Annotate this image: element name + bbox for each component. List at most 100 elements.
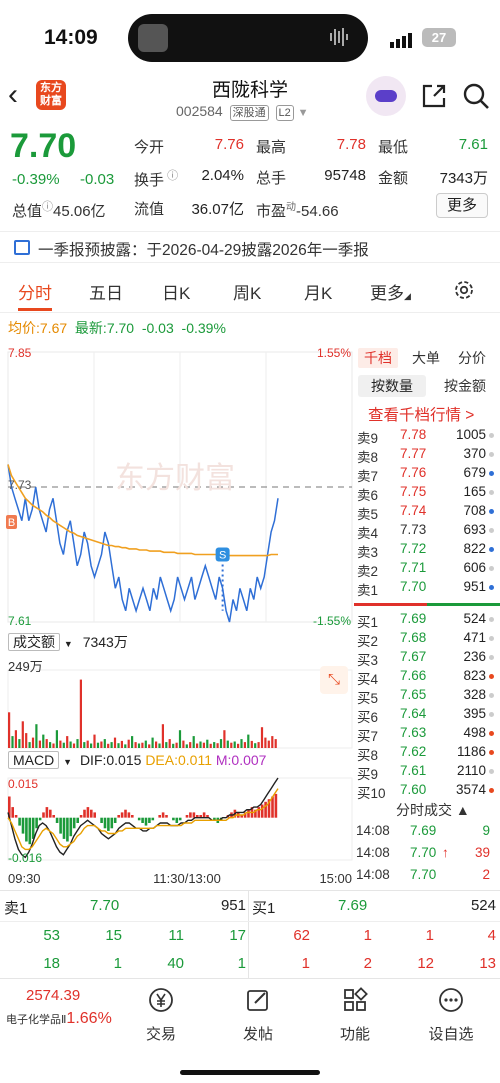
bid-row[interactable]: 买7 7.63 498: [354, 725, 496, 744]
tab-five-day[interactable]: 五日: [89, 279, 123, 304]
tab-more[interactable]: 更多◢: [370, 279, 411, 304]
macd-bar: [192, 812, 196, 818]
tick-price: 7.70: [410, 867, 437, 882]
volume-bar: [254, 743, 257, 748]
level-volume: 471: [463, 630, 486, 645]
search-icon[interactable]: [462, 82, 490, 110]
ask-row[interactable]: 卖2 7.71 606: [354, 560, 496, 579]
tab-daily-k[interactable]: 日K: [162, 279, 190, 304]
ask-row[interactable]: 卖4 7.73 693: [354, 522, 496, 541]
macd-bar: [93, 812, 96, 818]
depth-bid-volume: 524: [470, 897, 496, 914]
macd-m: M:0.007: [215, 752, 267, 768]
buy-marker-label: B: [8, 517, 15, 529]
intraday-chart[interactable]: 东方财富 B S 7.85 7.73 7.61 1.55% -1.55% 0.015 -0.…: [0, 340, 354, 890]
ask-row[interactable]: 卖7 7.76 679: [354, 465, 496, 484]
level-dot: [489, 547, 494, 552]
tab-weekly-k[interactable]: 周K: [233, 279, 261, 304]
level-dot: [489, 433, 494, 438]
level-label: 买9: [357, 767, 379, 782]
stock-code-line[interactable]: 002584 深股通 L2 ▼: [176, 103, 309, 121]
macd-bar: [257, 807, 261, 818]
open-value: 7.76: [214, 136, 244, 153]
more-button[interactable]: 更多: [436, 193, 488, 218]
bid-row[interactable]: 买4 7.66 823: [354, 668, 496, 687]
tab-intraday[interactable]: 分时: [18, 279, 52, 304]
expand-icon[interactable]: ⤡: [320, 666, 348, 694]
info-icon[interactable]: ⓘ: [42, 201, 53, 213]
depth-ask-price: 7.70: [90, 897, 120, 914]
ask-row[interactable]: 卖3 7.72 822: [354, 541, 496, 560]
volume-bar: [168, 739, 171, 748]
ask-row[interactable]: 卖1 7.70 951: [354, 579, 496, 598]
ask-row[interactable]: 卖5 7.74 708: [354, 503, 496, 522]
volume-bar: [165, 742, 168, 748]
sector-index[interactable]: 2574.39 电子化学品Ⅱ1.66%: [6, 987, 126, 1028]
watermark: 东方财富: [115, 462, 235, 495]
trade-button[interactable]: 交易: [126, 987, 196, 1044]
volume-bar: [113, 737, 117, 748]
ask-row[interactable]: 卖9 7.78 1005: [354, 427, 496, 446]
tab-big-order[interactable]: 大单: [412, 348, 440, 368]
level-volume: 606: [463, 560, 486, 575]
notice-bar[interactable]: 一季报预披露：于2026-04-29披露2026年一季报: [0, 231, 500, 263]
functions-button[interactable]: 功能: [320, 987, 390, 1044]
ask-row[interactable]: 卖8 7.77 370: [354, 446, 496, 465]
assistant-avatar[interactable]: [366, 76, 406, 116]
volume-header[interactable]: 成交额 ▼ 7343万: [8, 632, 128, 652]
quote-panel: 7.70 -0.39% -0.03 今开 7.76 最高 7.78 最低 7.6…: [0, 125, 500, 225]
tab-price-distribution[interactable]: 分价: [458, 348, 486, 368]
status-bar: 14:09 27: [0, 0, 500, 70]
macd-bar: [141, 817, 144, 823]
bid-row[interactable]: 买5 7.65 328: [354, 687, 496, 706]
bid-row[interactable]: 买10 7.60 3574: [354, 782, 496, 801]
view-qiandang-link[interactable]: 查看千档行情 >: [368, 403, 474, 425]
macd-header[interactable]: MACD ▼ DIF:0.015 DEA:0.011 M:0.007: [8, 751, 267, 769]
gear-icon[interactable]: [452, 278, 476, 302]
post-button[interactable]: 发帖: [223, 987, 293, 1044]
ask-depth-cell: 40: [167, 955, 184, 972]
macd-bar: [172, 817, 175, 821]
dynamic-island: [128, 14, 368, 62]
home-indicator: [180, 1070, 320, 1075]
status-time: 14:09: [44, 26, 98, 49]
add-watchlist-button[interactable]: 设自选: [416, 987, 486, 1044]
volume-bar: [83, 742, 86, 748]
level-label: 卖8: [357, 450, 379, 465]
info-icon[interactable]: ⓘ: [164, 170, 178, 182]
tab-qiandang[interactable]: 千档: [358, 348, 398, 368]
amount-value: 7343万: [439, 170, 488, 187]
volume-bar: [209, 743, 212, 748]
volume-label: 总手: [256, 170, 287, 187]
bid-row[interactable]: 买9 7.61 2110: [354, 763, 496, 782]
macd-bar: [144, 817, 148, 826]
level-volume: 823: [463, 668, 486, 683]
ask-row[interactable]: 卖6 7.75 165: [354, 484, 496, 503]
level-volume: 370: [463, 446, 486, 461]
bid-row[interactable]: 买2 7.68 471: [354, 630, 496, 649]
volume-bar: [158, 743, 161, 748]
volume-bar: [172, 743, 175, 748]
change-amount: -0.03: [80, 171, 115, 188]
tab-monthly-k[interactable]: 月K: [304, 279, 332, 304]
level-dot: [489, 788, 494, 793]
tick-price: 7.69: [410, 823, 437, 838]
macd-bar: [264, 801, 267, 818]
ask-depth-cell: 53: [43, 927, 60, 944]
macd-bar: [86, 807, 90, 818]
macd-bar: [14, 815, 18, 818]
macd-bar: [189, 812, 192, 818]
more-dots-icon: [439, 988, 463, 1012]
time-axis-label: 11:30/13:00: [153, 871, 221, 886]
bid-row[interactable]: 买1 7.69 524: [354, 611, 496, 630]
sort-by-volume[interactable]: 按数量: [358, 375, 426, 397]
volume-bar: [55, 730, 58, 748]
share-icon[interactable]: [420, 82, 448, 110]
bid-row[interactable]: 买3 7.67 236: [354, 649, 496, 668]
sort-by-amount[interactable]: 按金额: [434, 375, 496, 397]
volume-bar: [100, 741, 103, 748]
bid-row[interactable]: 买6 7.64 395: [354, 706, 496, 725]
bid-row[interactable]: 买8 7.62 1186: [354, 744, 496, 763]
ticks-title[interactable]: 分时成交 ▲: [396, 800, 470, 820]
level-label: 卖3: [357, 545, 379, 560]
